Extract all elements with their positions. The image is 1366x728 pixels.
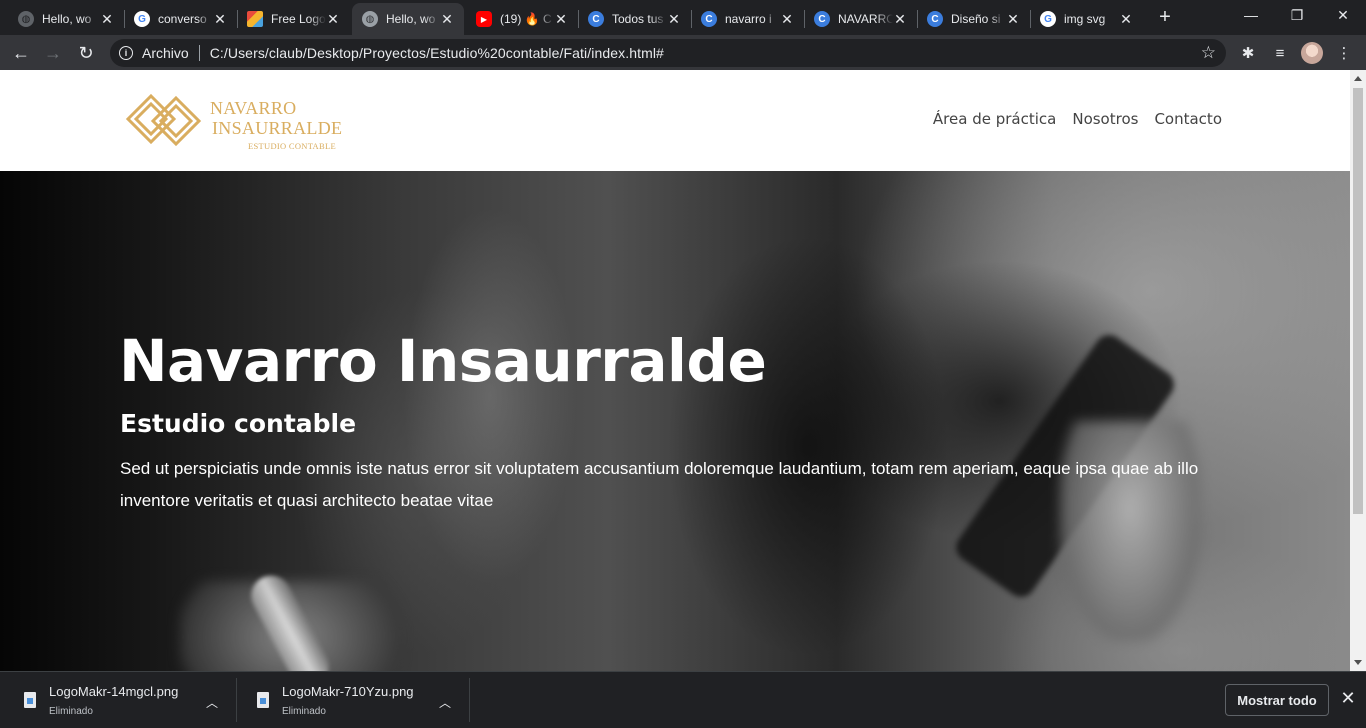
tab-title: Free Logo <box>271 12 326 26</box>
close-icon[interactable]: ✕ <box>667 11 681 28</box>
back-arrow-icon[interactable]: ← <box>8 40 34 66</box>
logomakr-icon <box>247 11 263 27</box>
canva-icon: C <box>701 11 717 27</box>
menu-kebab-icon[interactable]: ⋮ <box>1334 43 1354 63</box>
media-playlist-icon[interactable]: ≡ <box>1270 43 1290 63</box>
site-nav: Área de práctica Nosotros Contacto <box>933 110 1222 128</box>
close-icon[interactable]: ✕ <box>213 11 227 28</box>
show-all-downloads-button[interactable]: Mostrar todo <box>1225 684 1329 716</box>
address-url[interactable]: C:/Users/claub/Desktop/Proyectos/Estudio… <box>210 45 664 61</box>
chevron-up-icon[interactable]: ︿ <box>206 694 218 711</box>
download-bar: LogoMakr-14mgcl.png Eliminado ︿ LogoMakr… <box>0 671 1366 728</box>
page-scrollbar[interactable] <box>1350 70 1366 671</box>
close-icon[interactable]: ✕ <box>1339 688 1357 709</box>
logo-text-line2: INSAURRALDE <box>212 118 343 138</box>
youtube-icon: ▶ <box>476 11 492 27</box>
hero-bg-shape <box>640 171 1060 671</box>
tab-6[interactable]: C Todos tus ✕ <box>578 3 691 35</box>
extensions-puzzle-icon[interactable]: ✱ <box>1238 43 1258 63</box>
google-icon: G <box>134 11 150 27</box>
download-filename: LogoMakr-14mgcl.png <box>49 684 179 699</box>
reload-icon[interactable]: ↻ <box>73 40 99 66</box>
tab-2[interactable]: G converso ✕ <box>124 3 237 35</box>
close-icon[interactable]: ✕ <box>440 11 454 28</box>
download-status: Eliminado <box>49 706 93 717</box>
globe-icon: ◍ <box>18 11 34 27</box>
tab-title: NAVARRO <box>838 12 893 26</box>
browser-toolbar: ← → ↻ i Archivo C:/Users/claub/Desktop/P… <box>0 35 1366 70</box>
close-icon[interactable]: ✕ <box>1006 11 1020 28</box>
close-icon[interactable]: ✕ <box>1119 11 1133 28</box>
restore-icon[interactable]: ❐ <box>1274 0 1320 30</box>
close-icon[interactable]: ✕ <box>100 11 114 28</box>
tab-title: navarro i <box>725 12 772 26</box>
tab-3[interactable]: Free Logo ✕ <box>237 3 350 35</box>
bookmark-star-icon[interactable]: ☆ <box>1201 43 1216 63</box>
logo-text-line1: NAVARRO <box>210 98 297 118</box>
close-icon[interactable]: ✕ <box>326 11 340 28</box>
nav-link-nosotros[interactable]: Nosotros <box>1072 110 1138 128</box>
download-status: Eliminado <box>282 706 326 717</box>
download-divider <box>469 678 470 722</box>
logo-diamond-icon <box>125 93 202 147</box>
tab-7[interactable]: C navarro i ✕ <box>691 3 804 35</box>
globe-icon: ◍ <box>362 11 378 27</box>
forward-arrow-icon[interactable]: → <box>40 40 66 66</box>
tab-title: converso <box>158 12 207 26</box>
web-page: NAVARRO INSAURRALDE ESTUDIO CONTABLE Áre… <box>0 70 1350 671</box>
tab-4-active[interactable]: ◍ Hello, wo ✕ <box>352 3 464 35</box>
nav-link-contacto[interactable]: Contacto <box>1154 110 1222 128</box>
tab-9[interactable]: C Diseño si ✕ <box>917 3 1030 35</box>
profile-avatar-icon[interactable] <box>1301 42 1323 64</box>
tab-title: img svg <box>1064 12 1106 26</box>
canva-icon: C <box>814 11 830 27</box>
address-scheme-label: Archivo <box>142 45 189 61</box>
hero-subtitle: Estudio contable <box>120 409 357 438</box>
site-header: NAVARRO INSAURRALDE ESTUDIO CONTABLE Áre… <box>0 70 1350 171</box>
close-icon[interactable]: ✕ <box>780 11 794 28</box>
logo-text-line3: ESTUDIO CONTABLE <box>248 141 336 151</box>
tab-title: (19) 🔥 C <box>500 12 552 26</box>
download-item[interactable]: LogoMakr-710Yzu.png Eliminado ︿ <box>233 678 469 724</box>
tab-title: Diseño si <box>951 12 1001 26</box>
hero-title: Navarro Insaurralde <box>119 327 767 395</box>
download-item[interactable]: LogoMakr-14mgcl.png Eliminado ︿ <box>0 678 236 724</box>
tab-title: Hello, wo <box>42 12 92 26</box>
tab-1[interactable]: ◍ Hello, wo ✕ <box>8 3 124 35</box>
minimize-icon[interactable]: — <box>1228 0 1274 30</box>
canva-icon: C <box>588 11 604 27</box>
close-icon[interactable]: ✕ <box>554 11 568 28</box>
scroll-down-arrow-icon[interactable] <box>1354 660 1362 665</box>
tab-5[interactable]: ▶ (19) 🔥 C ✕ <box>466 3 578 35</box>
nav-link-area-practica[interactable]: Área de práctica <box>933 110 1056 128</box>
tab-title: Todos tus <box>612 12 664 26</box>
google-icon: G <box>1040 11 1056 27</box>
scrollbar-thumb[interactable] <box>1353 88 1363 514</box>
file-image-icon <box>24 692 36 708</box>
tab-strip: ◍ Hello, wo ✕ G converso ✕ Free Logo ✕ ◍… <box>0 0 1366 35</box>
scroll-up-arrow-icon[interactable] <box>1354 76 1362 81</box>
hero-section: Navarro Insaurralde Estudio contable Sed… <box>0 171 1350 671</box>
file-image-icon <box>257 692 269 708</box>
hero-paragraph: Sed ut perspiciatis unde omnis iste natu… <box>120 459 1199 510</box>
canva-icon: C <box>927 11 943 27</box>
site-logo[interactable]: NAVARRO INSAURRALDE ESTUDIO CONTABLE <box>124 92 354 154</box>
new-tab-button[interactable]: + <box>1154 6 1176 28</box>
close-window-icon[interactable]: ✕ <box>1320 0 1366 30</box>
tab-10[interactable]: G img svg ✕ <box>1030 3 1143 35</box>
close-icon[interactable]: ✕ <box>893 11 907 28</box>
download-filename: LogoMakr-710Yzu.png <box>282 684 414 699</box>
tab-8[interactable]: C NAVARRO ✕ <box>804 3 917 35</box>
address-bar[interactable]: i Archivo C:/Users/claub/Desktop/Proyect… <box>110 39 1226 67</box>
info-icon[interactable]: i <box>119 46 133 60</box>
tab-title: Hello, wo <box>386 12 436 26</box>
chevron-up-icon[interactable]: ︿ <box>439 694 451 711</box>
address-divider <box>198 45 200 61</box>
